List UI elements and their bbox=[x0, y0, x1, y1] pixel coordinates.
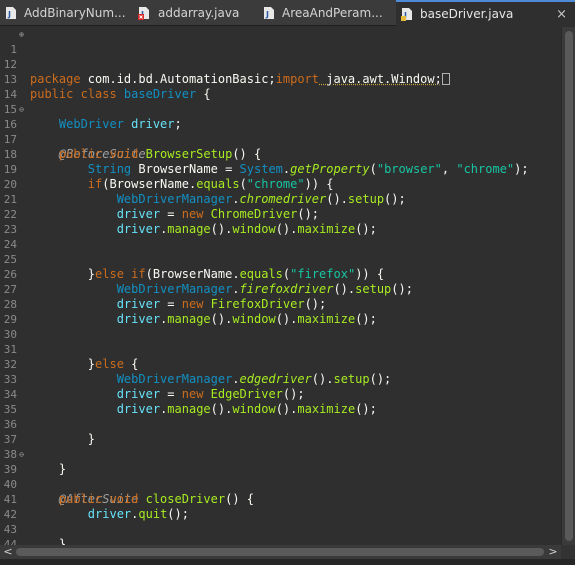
fold-expand-icon[interactable]: ⊕ bbox=[17, 30, 26, 39]
java-error-file-icon: J bbox=[138, 6, 152, 20]
tab-areaandperam[interactable]: J AreaAndPeram... bbox=[258, 0, 396, 26]
close-icon[interactable]: × bbox=[556, 7, 567, 22]
java-file-icon: J bbox=[400, 7, 414, 21]
code-line: 12 bbox=[0, 42, 561, 71]
code-line: 30 bbox=[0, 312, 561, 341]
tab-label: addarray.java bbox=[158, 6, 240, 20]
vertical-scroll-thumb[interactable] bbox=[565, 31, 573, 541]
tab-label: baseDriver.java bbox=[420, 7, 514, 21]
code-line: 41 driver.quit(); bbox=[0, 477, 561, 521]
code-line: 42 bbox=[0, 492, 561, 521]
code-line: 39 ⊖ @AfterSuite bbox=[0, 447, 561, 506]
code-line: 26 WebDriverManager.firefoxdriver().setu… bbox=[0, 252, 561, 296]
code-line: 20 WebDriverManager.chromedriver().setup… bbox=[0, 162, 561, 206]
code-line: 22 driver.manage().window().maximize(); bbox=[0, 192, 561, 236]
code-line: 23 bbox=[0, 207, 561, 236]
code-line: 31 }else { bbox=[0, 327, 561, 371]
horizontal-scroll-thumb[interactable] bbox=[16, 548, 544, 556]
tab-addarray[interactable]: J addarray.java bbox=[134, 0, 258, 26]
vertical-scrollbar[interactable] bbox=[561, 27, 575, 545]
scroll-right-arrow-icon[interactable]: > bbox=[546, 545, 560, 559]
bottom-edge bbox=[0, 559, 575, 565]
svg-text:J: J bbox=[7, 10, 11, 19]
code-line: 18 String BrowserName = System.getProper… bbox=[0, 132, 561, 176]
code-line: 16 ⊖ @BeforeSuite bbox=[0, 102, 561, 161]
code-line: 33 driver = new EdgeDriver(); bbox=[0, 357, 561, 401]
code-line: 37 bbox=[0, 417, 561, 446]
fold-collapse-icon[interactable]: ⊖ bbox=[17, 105, 26, 114]
code-line: 45 bbox=[0, 537, 561, 545]
code-editor[interactable]: 1 ⊕ package com.id.bd.AutomationBasic;im… bbox=[0, 27, 561, 545]
code-line: 44 } bbox=[0, 522, 561, 545]
editor-tab-bar: J AddBinaryNum... J addarray.java J Area… bbox=[0, 0, 575, 26]
code-line: 13 public class baseDriver { bbox=[0, 57, 561, 101]
tab-basedriver[interactable]: J baseDriver.java × bbox=[396, 0, 575, 26]
code-line: 40 public void closeDriver() { bbox=[0, 462, 561, 506]
code-line: 35 bbox=[0, 387, 561, 416]
code-line: 32 WebDriverManager.edgedriver().setup()… bbox=[0, 342, 561, 386]
code-line: 17 public void BrowserSetup() { bbox=[0, 117, 561, 161]
code-line: 1 ⊕ package com.id.bd.AutomationBasic;im… bbox=[0, 27, 561, 86]
code-line: 29 bbox=[0, 297, 561, 326]
code-line: 21 driver = new ChromeDriver(); bbox=[0, 177, 561, 221]
horizontal-scrollbar[interactable]: < > bbox=[0, 545, 561, 559]
svg-text:J: J bbox=[265, 10, 269, 19]
tab-addbinarynum[interactable]: J AddBinaryNum... bbox=[0, 0, 134, 26]
code-line: 15 WebDriver driver; bbox=[0, 87, 561, 131]
code-line: 38 } bbox=[0, 432, 561, 476]
code-line: 34 driver.manage().window().maximize(); bbox=[0, 372, 561, 416]
code-line: 43 } bbox=[0, 507, 561, 545]
java-file-icon: J bbox=[4, 6, 18, 20]
java-file-icon: J bbox=[262, 6, 276, 20]
tab-label: AddBinaryNum... bbox=[24, 6, 126, 20]
code-line: 19 if(BrowserName.equals("chrome")) { bbox=[0, 147, 561, 191]
code-line: 24 bbox=[0, 222, 561, 251]
tab-label: AreaAndPeram... bbox=[282, 6, 383, 20]
code-line: 28 driver.manage().window().maximize(); bbox=[0, 282, 561, 326]
code-line: 36 } bbox=[0, 402, 561, 446]
fold-collapse-icon[interactable]: ⊖ bbox=[17, 450, 26, 459]
scroll-left-arrow-icon[interactable]: < bbox=[1, 545, 15, 559]
code-line: 27 driver = new FirefoxDriver(); bbox=[0, 267, 561, 311]
scrollbar-corner bbox=[561, 545, 575, 559]
code-line: 14 bbox=[0, 72, 561, 101]
code-line: 25 }else if(BrowserName.equals("firefox"… bbox=[0, 237, 561, 281]
